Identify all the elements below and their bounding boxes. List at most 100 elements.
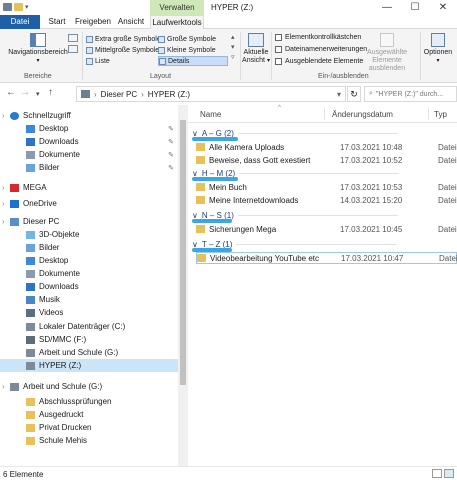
view-switcher bbox=[432, 469, 454, 478]
sidebar-item[interactable]: Downloads ✎ bbox=[0, 135, 178, 148]
column-name[interactable]: Name bbox=[200, 110, 221, 119]
videos-icon bbox=[26, 308, 35, 317]
sidebar-item[interactable]: Lokaler Datenträger (C:) bbox=[0, 320, 178, 333]
navigation-pane-button[interactable]: Navigationsbereich ▾ bbox=[8, 33, 68, 65]
sidebar-item[interactable]: Dokumente bbox=[0, 267, 178, 280]
item-count: 6 Elemente bbox=[3, 470, 44, 479]
sidebar-item[interactable]: Dokumente ✎ bbox=[0, 148, 178, 161]
breadcrumb-hyper[interactable]: HYPER (Z:) bbox=[148, 90, 190, 99]
layout-scroll[interactable]: ▴ ▾ ▿ bbox=[231, 33, 235, 63]
sidebar-item[interactable]: Privat Drucken bbox=[0, 421, 178, 434]
column-date[interactable]: Änderungsdatum bbox=[332, 110, 393, 119]
sidebar-item-label: Bilder bbox=[39, 243, 60, 252]
sidebar-item[interactable]: Musik bbox=[0, 293, 178, 306]
tab-start[interactable]: Start bbox=[42, 15, 72, 29]
file-row[interactable]: Sicherungen Mega 17.03.2021 10:45 Dateio bbox=[196, 223, 457, 235]
sidebar-item[interactable]: › OneDrive bbox=[0, 197, 178, 210]
sidebar-item-label: Dieser PC bbox=[23, 217, 60, 226]
sidebar-item[interactable]: Arbeit und Schule (G:) bbox=[0, 346, 178, 359]
large-icons-view-icon[interactable] bbox=[444, 469, 454, 478]
expand-chevron-icon[interactable]: › bbox=[2, 199, 5, 208]
refresh-button[interactable]: ↻ bbox=[347, 86, 361, 102]
expand-chevron-icon[interactable]: › bbox=[2, 217, 5, 226]
forward-arrow-icon[interactable]: → bbox=[20, 87, 30, 98]
sidebar-item[interactable]: HYPER (Z:) bbox=[0, 359, 178, 372]
up-arrow-icon[interactable]: ↑ bbox=[48, 87, 53, 98]
sidebar-item-label: MEGA bbox=[23, 183, 47, 192]
options-button[interactable]: Optionen ▾ bbox=[422, 33, 454, 65]
sidebar-item-label: Bilder bbox=[39, 163, 60, 172]
expand-chevron-icon[interactable]: › bbox=[2, 183, 5, 192]
mega-icon bbox=[10, 183, 19, 192]
file-row[interactable]: Beweise, dass Gott exestiert 17.03.2021 1… bbox=[196, 154, 457, 166]
back-arrow-icon[interactable]: ← bbox=[6, 87, 16, 98]
tab-file[interactable]: Datei bbox=[0, 15, 40, 29]
sidebar-item[interactable]: Bilder bbox=[0, 241, 178, 254]
recent-locations-icon[interactable]: ▾ bbox=[36, 90, 40, 98]
file-type: Dateio bbox=[438, 224, 457, 234]
tab-share[interactable]: Freigeben bbox=[74, 15, 112, 29]
sidebar-item[interactable]: Videos bbox=[0, 306, 178, 319]
sidebar-item[interactable]: Schule Mehis bbox=[0, 434, 178, 447]
tab-drive-tools[interactable]: Laufwerktools bbox=[150, 15, 204, 29]
hidden-items-toggle[interactable]: Ausgeblendete Elemente bbox=[275, 58, 363, 65]
sidebar-item[interactable]: Ausgedruckt bbox=[0, 408, 178, 421]
sidebar-item[interactable]: Bilder ✎ bbox=[0, 161, 178, 174]
checkbox-icon bbox=[275, 46, 282, 53]
layout-details[interactable]: Details bbox=[158, 56, 228, 66]
sidebar-item[interactable]: Abschlussprüfungen bbox=[0, 395, 178, 408]
layout-large-icons[interactable]: Große Symbole bbox=[158, 34, 216, 44]
sidebar-item[interactable]: › MEGA bbox=[0, 181, 178, 194]
search-input[interactable]: ⌕ "HYPER (Z:)" durch... bbox=[364, 86, 457, 102]
sidebar-scroll-thumb[interactable] bbox=[180, 120, 186, 385]
breadcrumb-this-pc[interactable]: Dieser PC bbox=[101, 90, 137, 99]
expand-chevron-icon[interactable]: › bbox=[2, 382, 5, 391]
sidebar-item[interactable]: › Schnellzugriff bbox=[0, 109, 178, 122]
folder-icon[interactable] bbox=[14, 3, 23, 11]
sidebar-item[interactable]: Desktop bbox=[0, 254, 178, 267]
sidebar-item-label: Abschlussprüfungen bbox=[39, 397, 112, 406]
file-row[interactable]: Videobearbeitung YouTube etc 17.03.2021 1… bbox=[196, 252, 457, 264]
drive-icon bbox=[81, 90, 90, 98]
drive-icon[interactable] bbox=[3, 3, 12, 11]
file-row[interactable]: Mein Buch 17.03.2021 10:53 Dateio bbox=[196, 181, 457, 193]
minimize-button[interactable]: — bbox=[373, 0, 401, 15]
sidebar-item[interactable]: Downloads bbox=[0, 280, 178, 293]
preview-pane-icon[interactable] bbox=[68, 34, 78, 42]
file-row[interactable]: Alle Kamera Uploads 17.03.2021 10:48 Datei… bbox=[196, 141, 457, 153]
layout-small-icons[interactable]: Kleine Symbole bbox=[158, 45, 216, 55]
file-type: Dateio bbox=[439, 253, 457, 263]
layout-extra-large-icons[interactable]: Extra große Symbole bbox=[86, 34, 161, 44]
sidebar-scrollbar[interactable] bbox=[178, 105, 188, 466]
layout-medium-icons[interactable]: Mittelgroße Symbole bbox=[86, 45, 159, 55]
sidebar-item[interactable]: Desktop ✎ bbox=[0, 122, 178, 135]
star-icon bbox=[10, 111, 19, 120]
column-type[interactable]: Typ bbox=[434, 110, 447, 119]
file-type: Dateio bbox=[438, 142, 457, 152]
qat-dropdown-icon[interactable]: ▾ bbox=[25, 3, 29, 11]
expand-chevron-icon[interactable]: › bbox=[2, 111, 5, 120]
sidebar-item[interactable]: SD/MMC (F:) bbox=[0, 333, 178, 346]
details-pane-icon[interactable] bbox=[68, 45, 78, 53]
sidebar-item[interactable]: › Dieser PC bbox=[0, 215, 178, 228]
sidebar-item-label: Desktop bbox=[39, 256, 69, 265]
hide-selected-button[interactable]: Ausgewählte Elemente ausblenden bbox=[358, 33, 416, 73]
sidebar-item[interactable]: 3D-Objekte bbox=[0, 228, 178, 241]
search-icon: ⌕ bbox=[369, 90, 373, 97]
address-dropdown-icon[interactable]: ▾ bbox=[337, 90, 341, 99]
tab-view[interactable]: Ansicht bbox=[114, 15, 148, 29]
file-extensions-toggle[interactable]: Dateinamenerweiterungen bbox=[275, 46, 367, 53]
file-name: Sicherungen Mega bbox=[209, 224, 277, 234]
sidebar-item[interactable]: › Arbeit und Schule (G:) bbox=[0, 380, 178, 393]
layout-list[interactable]: Liste bbox=[86, 56, 110, 66]
3d-objects-icon bbox=[26, 230, 35, 239]
hide-selected-icon bbox=[380, 33, 394, 47]
address-input[interactable]: › Dieser PC › HYPER (Z:) ▾ bbox=[76, 86, 346, 102]
file-row[interactable]: Meine Internetdownloads 14.03.2021 15:20 D… bbox=[196, 194, 457, 206]
item-checkboxes-toggle[interactable]: Elementkontrollkästchen bbox=[275, 34, 361, 41]
current-view-button[interactable]: Aktuelle Ansicht ▾ bbox=[242, 33, 270, 65]
maximize-button[interactable]: ☐ bbox=[401, 0, 429, 15]
close-button[interactable]: ✕ bbox=[429, 0, 457, 15]
details-view-icon[interactable] bbox=[432, 469, 442, 478]
sidebar-item-label: Arbeit und Schule (G:) bbox=[23, 382, 103, 391]
